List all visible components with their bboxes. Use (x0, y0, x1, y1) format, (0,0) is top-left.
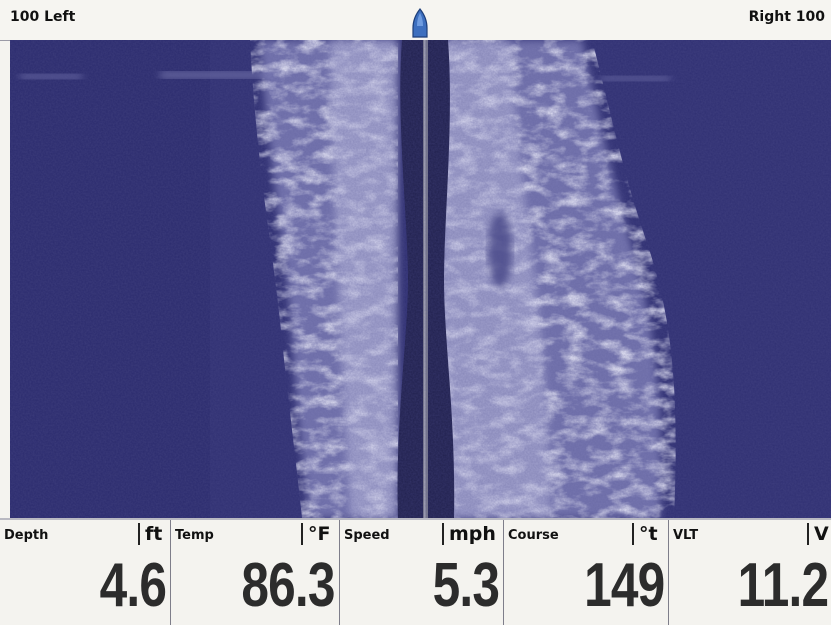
readout-voltage: VLT V 11.2 (668, 520, 831, 625)
readout-temp: Temp °F 86.3 (170, 520, 339, 625)
range-right-label: Right 100 (748, 9, 825, 25)
readout-value: 86.3 (241, 551, 336, 620)
readout-unit: V (807, 523, 829, 545)
readout-unit: mph (442, 523, 496, 545)
readout-speed: Speed mph 5.3 (339, 520, 503, 625)
readout-value: 149 (583, 551, 665, 620)
readout-value: 4.6 (99, 551, 166, 620)
sonar-image (10, 40, 831, 518)
range-left-label: 100 Left (10, 9, 76, 25)
readout-unit: °F (301, 523, 330, 545)
boat-position-icon (412, 8, 428, 38)
side-imaging-sonar-view (10, 40, 831, 518)
readout-unit: °t (632, 523, 658, 545)
readout-label: Course (508, 528, 559, 543)
readout-label: Temp (175, 528, 214, 543)
range-bar: 100 Left Right 100 (0, 0, 831, 41)
readout-label: Speed (344, 528, 390, 543)
readout-unit: ft (138, 523, 162, 545)
readout-label: VLT (673, 528, 699, 543)
readout-value: 5.3 (432, 551, 499, 620)
readout-course: Course °t 149 (503, 520, 668, 625)
readout-label: Depth (4, 528, 49, 543)
readout-value: 11.2 (737, 551, 828, 620)
readout-depth: Depth ft 4.6 (0, 520, 170, 625)
sonar-grain (10, 40, 831, 518)
sonar-screen: 100 Left Right 100 Depth ft 4.6 Temp °F … (0, 0, 831, 625)
digital-readouts: Depth ft 4.6 Temp °F 86.3 Speed mph 5.3 … (0, 518, 831, 625)
